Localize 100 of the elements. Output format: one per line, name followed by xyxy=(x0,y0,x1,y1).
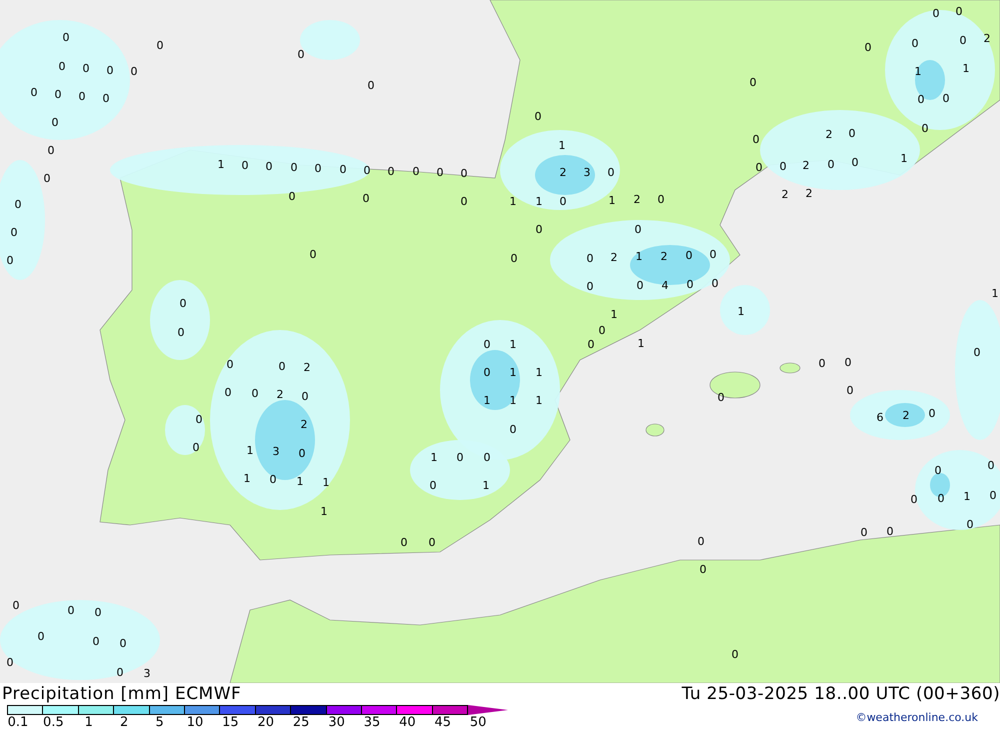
precipitation-value: 2 xyxy=(634,194,640,206)
precipitation-value: 0 xyxy=(510,253,518,265)
precipitation-value: 2 xyxy=(802,160,810,172)
precipitation-value: 0 xyxy=(6,657,14,669)
precipitation-value: 0 xyxy=(310,249,316,261)
precipitation-value: 0 xyxy=(120,638,126,650)
precipitation-value: 0 xyxy=(44,173,50,185)
precipitation-value: 0 xyxy=(956,6,962,18)
precipitation-value: 1 xyxy=(510,395,516,407)
precipitation-value: 3 xyxy=(272,446,280,458)
precipitation-value: 0 xyxy=(428,537,436,549)
precipitation-value: 0 xyxy=(82,63,90,75)
precipitation-value: 1 xyxy=(900,153,908,165)
precipitation-value: 2 xyxy=(560,167,566,179)
precipitation-value: 0 xyxy=(242,160,248,172)
scale-tick-label: 50 xyxy=(470,715,486,730)
precipitation-value: 0 xyxy=(412,166,420,178)
scale-tick-label: 40 xyxy=(399,715,416,730)
precipitation-value: 0 xyxy=(912,38,918,50)
precipitation-value: 0 xyxy=(918,94,924,106)
precipitation-value: 0 xyxy=(298,448,306,460)
precipitation-value: 0 xyxy=(364,165,370,177)
precipitation-value: 0 xyxy=(886,526,894,538)
precipitation-value: 0 xyxy=(536,224,542,236)
precipitation-value: 4 xyxy=(662,280,668,292)
precipitation-value: 0 xyxy=(922,123,928,135)
precipitation-value: 0 xyxy=(534,111,542,123)
precipitation-value: 0 xyxy=(178,327,184,339)
precipitation-value: 0 xyxy=(750,77,756,89)
precipitation-value: 0 xyxy=(686,250,692,262)
precipitation-value: 0 xyxy=(934,465,942,477)
precipitation-value: 0 xyxy=(484,367,490,379)
credit-link[interactable]: ©weatheronline.co.uk xyxy=(856,711,978,724)
precipitation-value: 0 xyxy=(484,339,490,351)
precipitation-value: 0 xyxy=(302,391,308,403)
scale-tick-label: 25 xyxy=(292,715,310,730)
precipitation-value: 2 xyxy=(826,129,832,141)
precipitation-value: 0 xyxy=(298,49,304,61)
precipitation-value: 0 xyxy=(966,519,974,531)
precipitation-value: 0 xyxy=(932,8,940,20)
precipitation-value: 1 xyxy=(218,159,224,171)
precipitation-value: 0 xyxy=(960,35,966,47)
precipitation-value: 2 xyxy=(300,419,308,431)
precipitation-value: 1 xyxy=(536,367,542,379)
precipitation-value: 0 xyxy=(456,452,464,464)
precipitation-value: 0 xyxy=(460,168,468,180)
precipitation-value: 0 xyxy=(852,157,858,169)
scale-tick-label: 1 xyxy=(84,715,93,730)
precipitation-value: 0 xyxy=(828,159,834,171)
precipitation-value: 1 xyxy=(430,452,438,464)
precipitation-value: 0 xyxy=(38,631,44,643)
precipitation-value: 1 xyxy=(558,140,566,152)
precipitation-value: 0 xyxy=(102,93,110,105)
precipitation-value: 1 xyxy=(510,196,516,208)
scale-tick-label: 30 xyxy=(328,715,345,730)
precipitation-value: 0 xyxy=(712,278,718,290)
forecast-time: Tu 25-03-2025 18..00 UTC (00+360) xyxy=(682,683,1000,705)
precipitation-value: 2 xyxy=(984,33,990,45)
precipitation-value: 0 xyxy=(14,199,22,211)
precipitation-value: 1 xyxy=(738,306,744,318)
precipitation-value: 6 xyxy=(876,412,884,424)
precipitation-value: 0 xyxy=(436,167,444,179)
precipitation-value: 0 xyxy=(974,347,980,359)
scale-tick-label: 10 xyxy=(186,715,204,730)
precipitation-value: 0 xyxy=(368,80,374,92)
precipitation-value: 2 xyxy=(304,362,310,374)
precipitation-value: 1 xyxy=(992,288,998,300)
scale-tick-label: 15 xyxy=(222,715,239,730)
precipitation-value: 1 xyxy=(322,477,330,489)
precipitation-value: 0 xyxy=(510,424,516,436)
precipitation-value: 0 xyxy=(62,32,70,44)
precipitation-value: 0 xyxy=(864,42,872,54)
precipitation-value: 0 xyxy=(10,227,18,239)
precipitation-value: 0 xyxy=(362,193,370,205)
precipitation-value: 1 xyxy=(244,473,250,485)
precipitation-value: 3 xyxy=(144,668,150,680)
precipitation-value: 1 xyxy=(510,367,516,379)
precipitation-value: 0 xyxy=(192,442,200,454)
precipitation-value: 0 xyxy=(818,358,826,370)
precipitation-value: 0 xyxy=(58,61,66,73)
precipitation-value: 0 xyxy=(608,167,614,179)
precipitation-value: 1 xyxy=(320,506,328,518)
precipitation-value: 0 xyxy=(288,191,296,203)
precipitation-value: 2 xyxy=(276,389,284,401)
precipitation-value: 0 xyxy=(598,325,606,337)
precipitation-value: 0 xyxy=(156,40,164,52)
precipitation-value: 0 xyxy=(586,253,594,265)
precipitation-value: 2 xyxy=(610,252,618,264)
precipitation-value: 1 xyxy=(246,445,254,457)
scale-tick-label: 2 xyxy=(120,715,128,730)
precipitation-value: 0 xyxy=(658,194,664,206)
precipitation-value: 2 xyxy=(782,189,788,201)
precipitation-value: 1 xyxy=(510,339,516,351)
precipitation-value: 0 xyxy=(860,527,868,539)
precipitation-value: 1 xyxy=(296,476,304,488)
precipitation-value: 0 xyxy=(988,460,994,472)
precipitation-value: 0 xyxy=(484,452,490,464)
scale-tick-label: 0.1 xyxy=(8,715,28,730)
scale-tick-label: 35 xyxy=(364,715,380,730)
precipitation-value: 0 xyxy=(686,279,694,291)
